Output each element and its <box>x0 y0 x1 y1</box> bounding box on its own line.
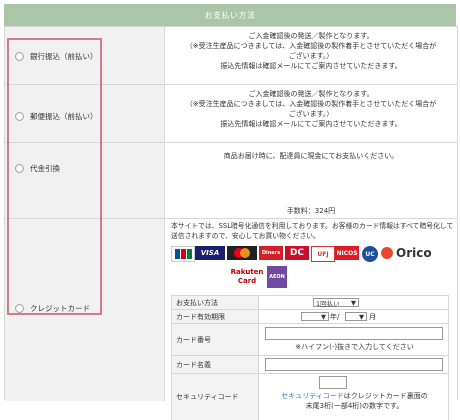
form-row-cvv: セキュリティコード セキュリティコードはクレジットカード裏面の 末尾3桁(一部4… <box>171 373 449 420</box>
field-value: セキュリティコードはクレジットカード裏面の 末尾3桁(一部4桁)の数字です。 <box>259 374 449 420</box>
ssl-notice: 本サイトでは、SSL暗号化通信を利用しております。お客様のカード情報はすべて暗号… <box>171 222 454 240</box>
form-row-expiry: カード有効期限 ▼ 年/ ▼ 月 <box>171 309 449 324</box>
expiry-year-select[interactable]: ▼ <box>301 312 329 321</box>
card-number-input[interactable] <box>265 327 443 340</box>
description-line: ございます。） <box>288 52 334 60</box>
card-holder-input[interactable] <box>265 358 443 371</box>
payment-description-cell: ご入金確認後の発送／製作となります。 （※受注生産品につきましては、入金確認後の… <box>165 27 457 85</box>
payment-description-cell: 商品お届け時に、配達員に現金にてお支払いください。 手数料：324円 <box>165 143 457 219</box>
diners-logo: Diners <box>259 246 283 260</box>
dc-logo: DC <box>285 246 309 260</box>
security-code-note-2: 末尾3桁(一部4桁)の数字です。 <box>305 402 404 410</box>
visa-logo: VISA <box>195 246 225 260</box>
section-title: お支払い方法 <box>204 10 256 20</box>
aeon-logo: AEON <box>267 266 287 288</box>
payment-description-cell: 本サイトでは、SSL暗号化通信を利用しております。お客様のカード情報はすべて暗号… <box>165 219 457 420</box>
field-label: カード有効期限 <box>171 310 259 324</box>
description-line: ございます。） <box>288 110 334 118</box>
expiry-month-select[interactable]: ▼ <box>345 312 367 321</box>
security-code-note: セキュリティコードはクレジットカード裏面の 末尾3桁(一部4桁)の数字です。 <box>265 391 444 411</box>
field-value <box>259 356 449 374</box>
payment-description-cell: ご入金確認後の発送／製作となります。 （※受注生産品につきましては、入金確認後の… <box>165 85 457 143</box>
description-line: ご入金確認後の発送／製作となります。 <box>248 90 374 98</box>
form-row-payment: お支払い方法 1回払い ▼ <box>171 295 449 310</box>
installment-selected: 1回払い <box>316 299 340 308</box>
payment-description: 商品お届け時に、配達員に現金にてお支払いください。 <box>165 143 457 161</box>
description-line: （※受注生産品につきましては、入金確認後の製作着手とさせていただく場合が <box>185 42 437 50</box>
cod-fee: 手数料：324円 <box>286 207 336 215</box>
description-line: 商品お届け時に、配達員に現金にてお支払いください。 <box>223 152 399 160</box>
security-code-input[interactable] <box>319 376 347 389</box>
description-line: （※受注生産品につきましては、入金確認後の製作着手とさせていただく場合が <box>185 100 437 108</box>
field-value: ▼ 年/ ▼ 月 <box>259 310 449 324</box>
jcb-logo <box>171 246 195 262</box>
month-unit: 月 <box>369 313 376 321</box>
payment-options-highlight <box>7 38 102 315</box>
uc-logo: UC <box>362 246 378 262</box>
field-label: カード番号 <box>171 324 259 356</box>
installment-select[interactable]: 1回払い ▼ <box>313 298 359 308</box>
payment-description: ご入金確認後の発送／製作となります。 （※受注生産品につきましては、入金確認後の… <box>165 27 457 71</box>
security-code-note-1: はクレジットカード裏面の <box>343 392 428 400</box>
description-line: 振込先情報は確認メールにてご案内させていただきます。 <box>220 120 402 128</box>
card-number-note: ※ハイフン(-)抜きで入力してください <box>295 343 414 351</box>
field-label: セキュリティコード <box>171 374 259 420</box>
form-row-number: カード番号 ※ハイフン(-)抜きで入力してください <box>171 323 449 356</box>
form-row-name: カード名義 <box>171 355 449 374</box>
ufj-logo: UFJ <box>311 246 335 262</box>
year-unit: 年/ <box>330 313 340 321</box>
payment-method-section: お支払い方法 銀行振込（前払い） ご入金確認後の発送／製作となります。 （※受注… <box>0 0 460 420</box>
description-line: ご入金確認後の発送／製作となります。 <box>248 32 374 40</box>
security-code-link[interactable]: セキュリティコード <box>281 392 344 400</box>
field-label: カード名義 <box>171 356 259 374</box>
section-header: お支払い方法 <box>4 4 456 26</box>
field-label: お支払い方法 <box>171 296 259 310</box>
payment-description: ご入金確認後の発送／製作となります。 （※受注生産品につきましては、入金確認後の… <box>165 85 457 129</box>
description-line: 振込先情報は確認メールにてご案内させていただきます。 <box>220 62 402 70</box>
rakuten-card-logo: Rakuten Card <box>230 266 264 288</box>
rakuten-text: Rakuten <box>230 268 264 276</box>
mastercard-logo <box>227 246 257 260</box>
field-value: 1回払い ▼ <box>259 296 449 310</box>
orico-mark <box>381 247 393 259</box>
dropdown-arrow-icon: ▼ <box>321 312 326 321</box>
dropdown-arrow-icon: ▼ <box>359 312 364 321</box>
orico-logo: Orico <box>381 246 453 260</box>
orico-text: Orico <box>396 246 432 260</box>
card-text: Card <box>237 277 257 285</box>
field-value: ※ハイフン(-)抜きで入力してください <box>259 324 449 356</box>
dropdown-arrow-icon: ▼ <box>351 298 356 307</box>
nicos-logo: NICOS <box>335 246 359 260</box>
card-brand-logos: VISA Diners DC UFJ NICOS UC Orico Rakute… <box>171 246 455 290</box>
